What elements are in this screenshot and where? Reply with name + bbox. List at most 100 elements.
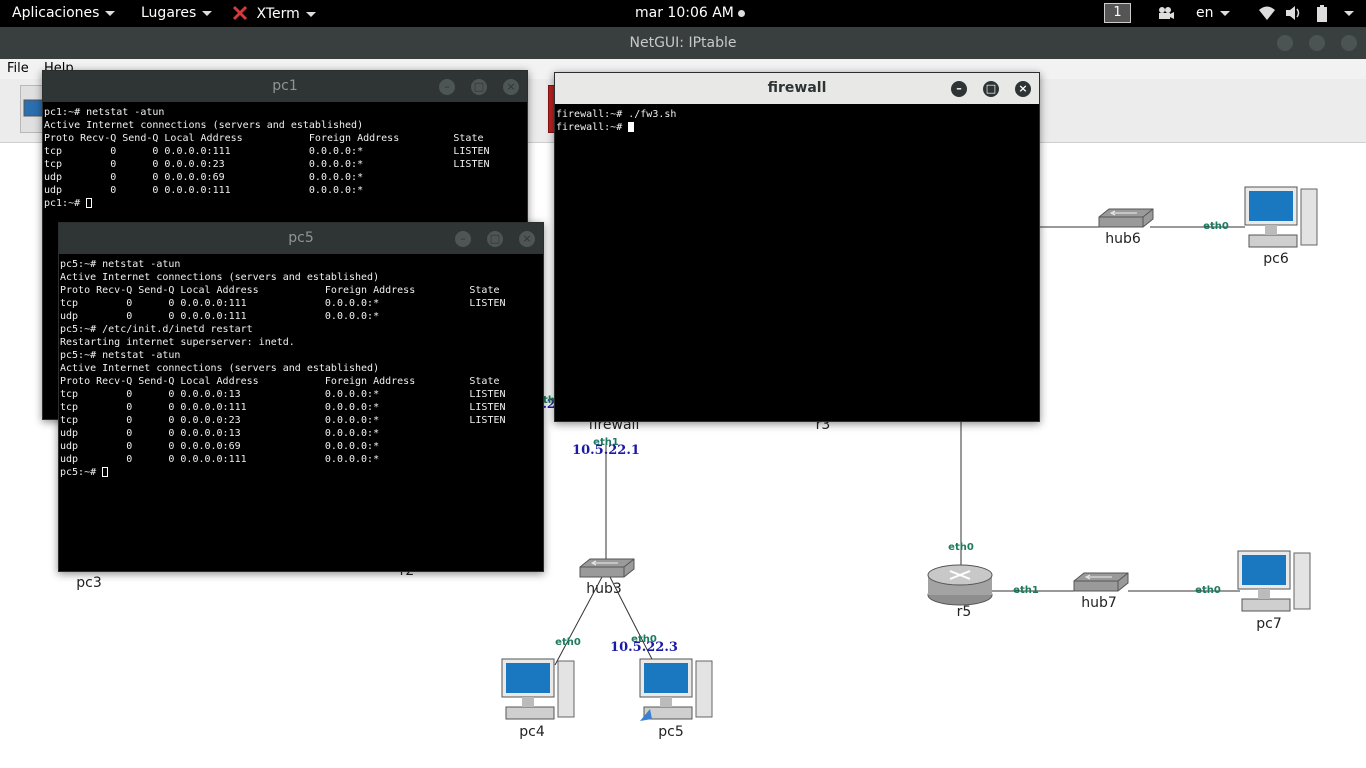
cursor-icon [102, 467, 109, 477]
pc7-label: pc7 [1256, 616, 1282, 632]
eth-label: eth1 [1013, 585, 1039, 596]
maximize-button[interactable]: □ [983, 81, 999, 97]
terminal-titlebar[interactable]: firewall – □ × [555, 73, 1039, 104]
terminal-output[interactable]: pc5:~# netstat -atun Active Internet con… [59, 254, 543, 483]
eth-label: eth0 [1195, 585, 1221, 596]
maximize-button[interactable] [1309, 35, 1325, 51]
places-menu[interactable]: Lugares [141, 5, 213, 21]
workspace-indicator[interactable]: 1 [1104, 3, 1131, 23]
applications-menu[interactable]: Aplicaciones [12, 5, 116, 21]
terminal-title: pc5 [288, 230, 314, 246]
terminal-line: Proto Recv-Q Send-Q Local Address Foreig… [60, 376, 500, 387]
close-button[interactable]: × [1015, 81, 1031, 97]
keyboard-layout-menu[interactable]: en [1196, 5, 1230, 21]
terminal-line: udp 0 0 0.0.0.0:111 0.0.0.0:* [60, 311, 380, 322]
pc6-computer-icon[interactable] [1243, 185, 1319, 255]
pc4-computer-icon[interactable] [500, 657, 576, 727]
pc3-label: pc3 [76, 575, 102, 591]
pc5-label: pc5 [658, 724, 684, 740]
minimize-button[interactable]: – [951, 81, 967, 97]
terminal-line: tcp 0 0 0.0.0.0:23 0.0.0.0:* LISTEN [44, 159, 490, 170]
terminal-output[interactable]: firewall:~# ./fw3.sh firewall:~# [555, 104, 1039, 138]
xterm-label: XTerm [256, 6, 300, 22]
pc5-computer-icon[interactable] [638, 657, 714, 727]
terminal-line: pc5:~# /etc/init.d/inetd restart [60, 324, 253, 335]
close-button[interactable] [1341, 35, 1357, 51]
xterm-icon [232, 5, 248, 21]
minimize-button[interactable]: – [439, 79, 455, 95]
minimize-button[interactable] [1277, 35, 1293, 51]
pc5-ip-label: 10.5.22.3 [610, 640, 678, 655]
pc6-label: pc6 [1263, 251, 1289, 267]
chevron-down-icon [1344, 10, 1354, 16]
hub6-label: hub6 [1105, 231, 1141, 247]
eth-label: eth0 [948, 542, 974, 553]
terminal-prompt: firewall:~# [556, 122, 629, 133]
clock-label: mar 10:06 AM [635, 5, 734, 21]
close-button[interactable]: × [503, 79, 519, 95]
xterm-app-menu[interactable]: XTerm [232, 5, 316, 22]
terminal-title: pc1 [272, 78, 298, 94]
terminal-line: udp 0 0 0.0.0.0:69 0.0.0.0:* [44, 172, 364, 183]
terminal-line: udp 0 0 0.0.0.0:111 0.0.0.0:* [60, 454, 380, 465]
pc7-computer-icon[interactable] [1236, 549, 1312, 619]
terminal-line: Proto Recv-Q Send-Q Local Address Foreig… [60, 285, 500, 296]
hub3-label: hub3 [586, 581, 622, 597]
minimize-button[interactable]: – [455, 231, 471, 247]
terminal-line: pc5:~# netstat -atun [60, 259, 181, 270]
terminal-line: tcp 0 0 0.0.0.0:13 0.0.0.0:* LISTEN [60, 389, 506, 400]
chevron-down-icon [202, 10, 213, 16]
system-menu[interactable] [1338, 5, 1354, 21]
terminal-prompt: pc1:~# [44, 198, 87, 209]
places-label: Lugares [141, 5, 197, 21]
battery-icon[interactable] [1316, 5, 1328, 26]
terminal-line: udp 0 0 0.0.0.0:13 0.0.0.0:* [60, 428, 380, 439]
terminal-output[interactable]: pc1:~# netstat -atun Active Internet con… [43, 102, 527, 214]
pc4-label: pc4 [519, 724, 545, 740]
terminal-line: firewall:~# ./fw3.sh [556, 109, 677, 120]
terminal-line: Proto Recv-Q Send-Q Local Address Foreig… [44, 133, 484, 144]
maximize-button[interactable]: □ [471, 79, 487, 95]
terminal-line: tcp 0 0 0.0.0.0:111 0.0.0.0:* LISTEN [60, 298, 506, 309]
gnome-top-bar: Aplicaciones Lugares XTerm mar 10:06 AM … [0, 0, 1366, 27]
terminal-line: udp 0 0 0.0.0.0:111 0.0.0.0:* [44, 185, 364, 196]
applications-label: Aplicaciones [12, 5, 100, 21]
netgui-titlebar: NetGUI: IPtable [0, 27, 1366, 59]
language-label: en [1196, 5, 1214, 21]
terminal-line: Active Internet connections (servers and… [60, 363, 380, 374]
cursor-icon [628, 122, 635, 132]
terminal-pc5[interactable]: pc5 – □ × pc5:~# netstat -atun Active In… [58, 222, 544, 572]
eth-label: eth0 [1203, 221, 1229, 232]
close-button[interactable]: × [519, 231, 535, 247]
terminal-line: tcp 0 0 0.0.0.0:23 0.0.0.0:* LISTEN [60, 415, 506, 426]
wifi-icon[interactable] [1258, 5, 1276, 25]
video-camera-icon[interactable] [1157, 5, 1175, 25]
terminal-line: tcp 0 0 0.0.0.0:111 0.0.0.0:* LISTEN [44, 146, 490, 157]
terminal-line: Active Internet connections (servers and… [60, 272, 380, 283]
eth-label: eth0 [555, 637, 581, 648]
r5-label: r5 [956, 604, 972, 620]
terminal-prompt: pc5:~# [60, 467, 103, 478]
terminal-titlebar[interactable]: pc1 – □ × [43, 71, 527, 102]
terminal-line: pc1:~# netstat -atun [44, 107, 165, 118]
chevron-down-icon [1219, 10, 1230, 16]
maximize-button[interactable]: □ [487, 231, 503, 247]
terminal-title: firewall [767, 80, 827, 96]
window-title: NetGUI: IPtable [629, 35, 737, 51]
terminal-line: Restarting internet superserver: inetd. [60, 337, 295, 348]
clock[interactable]: mar 10:06 AM [635, 5, 746, 21]
menu-file[interactable]: File [7, 61, 29, 76]
chevron-down-icon [305, 11, 316, 17]
terminal-titlebar[interactable]: pc5 – □ × [59, 223, 543, 254]
terminal-line: pc5:~# netstat -atun [60, 350, 181, 361]
cursor-icon [86, 198, 93, 208]
notification-dot-icon [738, 9, 746, 17]
hub7-label: hub7 [1081, 595, 1117, 611]
volume-icon[interactable] [1285, 5, 1303, 25]
terminal-firewall[interactable]: firewall – □ × firewall:~# ./fw3.sh fire… [554, 72, 1040, 422]
firewall-ip-label: 10.5.22.1 [572, 443, 640, 458]
terminal-line: Active Internet connections (servers and… [44, 120, 364, 131]
chevron-down-icon [105, 10, 116, 16]
terminal-line: udp 0 0 0.0.0.0:69 0.0.0.0:* [60, 441, 380, 452]
terminal-line: tcp 0 0 0.0.0.0:111 0.0.0.0:* LISTEN [60, 402, 506, 413]
